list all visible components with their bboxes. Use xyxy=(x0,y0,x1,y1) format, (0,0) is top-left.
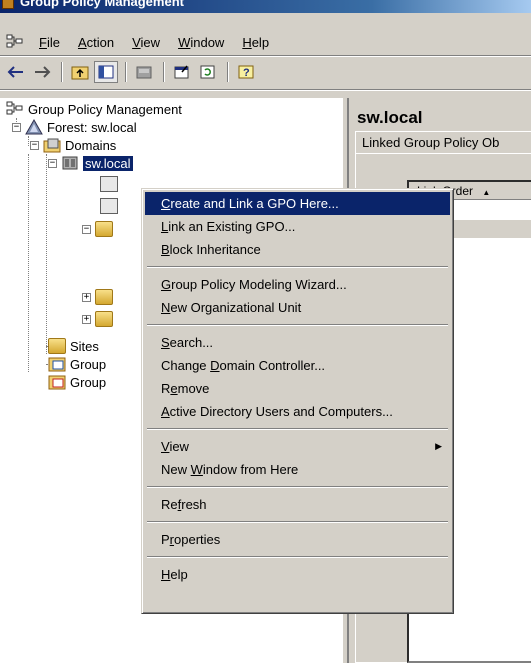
context-item-view[interactable]: View ▶ xyxy=(145,435,450,458)
tree-domain-label: sw.local xyxy=(83,155,133,171)
forest-icon xyxy=(25,118,43,135)
context-item-refresh[interactable]: Refresh xyxy=(145,493,450,516)
menu-window[interactable]: Window xyxy=(169,35,233,50)
toolbar-separator xyxy=(61,62,63,82)
menu-separator xyxy=(147,521,448,523)
context-menu: Create and Link a GPO Here... Link an Exi… xyxy=(141,188,454,614)
tree-group1-label: Group xyxy=(70,356,107,372)
show-hide-tree-icon[interactable] xyxy=(94,61,118,83)
toolbar: ? xyxy=(0,59,531,85)
tree-sites[interactable]: Sites xyxy=(48,337,99,355)
back-arrow-icon[interactable] xyxy=(4,61,28,83)
context-item-group-policy-modeling-wizard[interactable]: Group Policy Modeling Wizard... xyxy=(145,273,450,296)
menu-separator xyxy=(147,324,448,326)
forward-arrow-icon[interactable] xyxy=(30,61,54,83)
toolbar-separator xyxy=(163,62,165,82)
tree-ou-collapsed[interactable]: + xyxy=(82,288,117,306)
title-bar: Group Policy Management xyxy=(0,0,531,13)
properties-icon[interactable] xyxy=(170,61,194,83)
ou-folder-icon xyxy=(95,221,113,237)
console-icon[interactable] xyxy=(6,34,24,50)
tree-sites-label: Sites xyxy=(70,338,99,354)
collapse-icon[interactable]: − xyxy=(12,122,21,132)
tree-group-policy-modeling[interactable]: Group xyxy=(48,355,106,373)
domain-icon xyxy=(61,155,79,171)
collapse-icon[interactable]: − xyxy=(82,224,91,234)
menu-view[interactable]: View xyxy=(123,35,169,50)
toolbar-divider xyxy=(0,89,531,91)
gpmc-icon xyxy=(6,101,24,117)
menu-separator xyxy=(147,556,448,558)
tree-domain-swlocal[interactable]: − sw.local xyxy=(48,154,133,172)
app-icon xyxy=(2,0,14,9)
tree-root-label: Group Policy Management xyxy=(28,101,182,117)
delete-icon[interactable] xyxy=(132,61,156,83)
tree-domains[interactable]: − Domains xyxy=(30,136,116,154)
tree-ou-collapsed[interactable]: + xyxy=(82,310,117,328)
tree-domains-label: Domains xyxy=(65,137,117,153)
gpo-link-icon[interactable] xyxy=(100,198,118,214)
context-item-properties[interactable]: Properties xyxy=(145,528,450,551)
tree-root[interactable]: Group Policy Management xyxy=(6,100,182,118)
tree-forest[interactable]: − Forest: sw.local xyxy=(12,118,137,136)
gpo-link-icon[interactable] xyxy=(100,176,118,192)
menu-separator xyxy=(147,486,448,488)
context-item-create-and-link-a-gpo-here[interactable]: Create and Link a GPO Here... xyxy=(145,192,450,215)
domains-folder-icon xyxy=(43,137,61,153)
window-title: Group Policy Management xyxy=(20,0,184,9)
context-item-search[interactable]: Search... xyxy=(145,331,450,354)
context-item-link-an-existing-gpo[interactable]: Link an Existing GPO... xyxy=(145,215,450,238)
menu-file[interactable]: File xyxy=(30,35,69,50)
tab-linked-gpos[interactable]: Linked Group Policy Ob xyxy=(355,131,531,153)
toolbar-separator xyxy=(125,62,127,82)
refresh-icon[interactable] xyxy=(196,61,220,83)
menu-divider xyxy=(0,55,531,57)
sort-ascending-icon: ▲ xyxy=(482,188,491,197)
up-folder-icon[interactable] xyxy=(68,61,92,83)
toolbar-separator xyxy=(227,62,229,82)
collapse-icon[interactable]: − xyxy=(48,158,57,168)
ou-folder-icon xyxy=(95,289,113,305)
modeling-icon xyxy=(48,356,66,372)
context-item-block-inheritance[interactable]: Block Inheritance xyxy=(145,238,450,261)
sites-folder-icon xyxy=(48,338,66,354)
context-item-remove[interactable]: Remove xyxy=(145,377,450,400)
submenu-arrow-icon: ▶ xyxy=(435,441,442,451)
menu-help[interactable]: Help xyxy=(233,35,278,50)
context-item-new-organizational-unit[interactable]: New Organizational Unit xyxy=(145,296,450,319)
svg-text:?: ? xyxy=(243,67,250,79)
tree-group-policy-results[interactable]: Group xyxy=(48,373,106,391)
tree-ou[interactable]: − xyxy=(82,220,117,238)
help-icon[interactable]: ? xyxy=(234,61,258,83)
ou-folder-icon xyxy=(95,311,113,327)
context-item-new-window-from-here[interactable]: New Window from Here xyxy=(145,458,450,481)
context-item-change-domain-controller[interactable]: Change Domain Controller... xyxy=(145,354,450,377)
menu-separator xyxy=(147,428,448,430)
expand-icon[interactable]: + xyxy=(82,292,91,302)
menu-separator xyxy=(147,266,448,268)
collapse-icon[interactable]: − xyxy=(30,140,39,150)
context-item-help[interactable]: Help xyxy=(145,563,450,586)
results-icon xyxy=(48,374,66,390)
expand-icon[interactable]: + xyxy=(82,314,91,324)
context-item-active-directory-users-and-computers[interactable]: Active Directory Users and Computers... xyxy=(145,400,450,423)
details-title: sw.local xyxy=(357,108,423,127)
menu-action[interactable]: Action xyxy=(69,35,123,50)
tree-forest-label: Forest: sw.local xyxy=(47,119,137,135)
menu-bar: File Action View Window Help xyxy=(0,31,531,53)
tree-group2-label: Group xyxy=(70,374,107,390)
